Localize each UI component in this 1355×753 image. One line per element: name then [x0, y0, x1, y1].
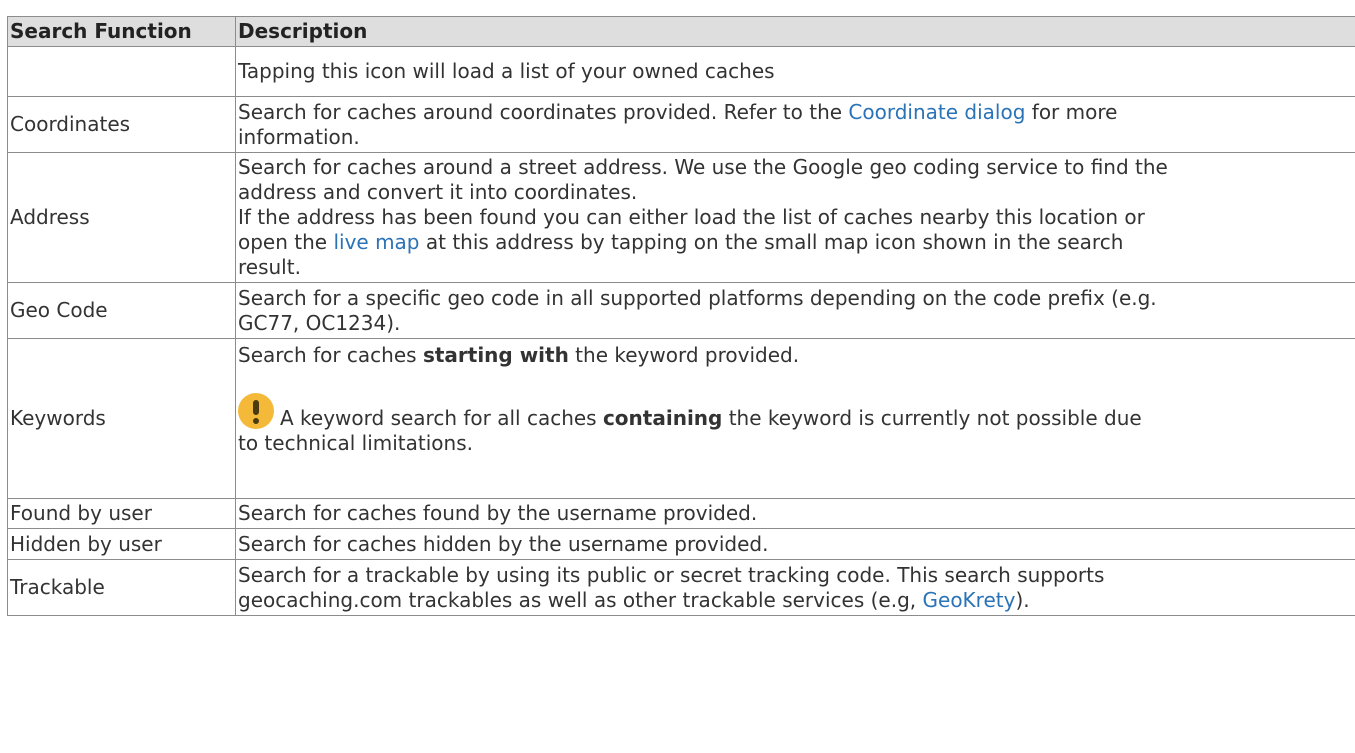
- description-text: If the address has been found you can ei…: [238, 205, 1145, 229]
- description-text: Search for caches: [238, 343, 423, 367]
- note-text: the keyword is currently not possible du…: [722, 406, 1142, 430]
- description-text: address and convert it into coordinates.: [238, 180, 638, 204]
- function-cell: Keywords: [7, 338, 236, 499]
- function-cell: Coordinates: [7, 96, 236, 153]
- description-text: Search for a trackable by using its publ…: [238, 562, 1105, 587]
- description-text: Search for a specific geo code in all su…: [238, 285, 1157, 310]
- description-text: result.: [238, 255, 301, 279]
- description-text: Search for caches found by the username …: [238, 501, 758, 525]
- description-text: Search for caches around coordinates pro…: [238, 99, 849, 124]
- table-row: Keywords Search for caches starting with…: [7, 338, 1355, 499]
- table-row: Geo Code Search for a specific geo code …: [7, 282, 1355, 339]
- description-text: GC77, OC1234).: [238, 310, 401, 335]
- column-header-search-function: Search Function: [7, 16, 236, 47]
- live-map-link[interactable]: live map: [333, 230, 419, 254]
- function-cell: Address: [7, 152, 236, 283]
- description-text: at this address by tapping on the small …: [419, 230, 1124, 254]
- geokrety-link[interactable]: GeoKrety: [923, 588, 1016, 612]
- table-row: Coordinates Search for caches around coo…: [7, 96, 1355, 153]
- description-cell: Search for caches hidden by the username…: [235, 528, 1355, 560]
- table-header-row: Search Function Description: [7, 16, 1355, 47]
- table-row: Tapping this icon will load a list of yo…: [7, 46, 1355, 97]
- description-text: Tapping this icon will load a list of yo…: [238, 59, 775, 83]
- function-cell: Found by user: [7, 498, 236, 529]
- function-cell: [7, 46, 236, 97]
- table-row: Found by user Search for caches found by…: [7, 498, 1355, 529]
- table-row: Hidden by user Search for caches hidden …: [7, 528, 1355, 560]
- note-text: to technical limitations.: [238, 431, 473, 455]
- emphasis-text: containing: [602, 406, 723, 430]
- emphasis-text: starting with: [422, 343, 569, 367]
- description-cell: Search for caches around a street addres…: [235, 152, 1355, 283]
- description-text: for more: [1025, 99, 1118, 124]
- description-cell: Tapping this icon will load a list of yo…: [235, 46, 1355, 97]
- description-text: ).: [1015, 587, 1030, 612]
- column-header-description: Description: [235, 16, 1355, 47]
- note-text: A keyword search for all caches: [280, 406, 603, 430]
- description-text: Search for caches hidden by the username…: [238, 531, 769, 556]
- function-cell: Trackable: [7, 559, 236, 616]
- table-row: Trackable Search for a trackable by usin…: [7, 559, 1355, 616]
- function-cell: Geo Code: [7, 282, 236, 339]
- description-cell: Search for caches found by the username …: [235, 498, 1355, 529]
- description-text: the keyword provided.: [568, 343, 800, 367]
- warning-icon: [238, 393, 274, 429]
- search-functions-table: Search Function Description Tapping this…: [7, 16, 1355, 616]
- description-text: open the: [238, 230, 334, 254]
- description-text: Search for caches around a street addres…: [238, 155, 1168, 179]
- description-cell: Search for caches around coordinates pro…: [235, 96, 1355, 153]
- description-text: information.: [238, 124, 360, 149]
- description-cell: Search for a trackable by using its publ…: [235, 559, 1355, 616]
- description-text: geocaching.com trackables as well as oth…: [238, 587, 923, 612]
- coordinate-dialog-link[interactable]: Coordinate dialog: [848, 100, 1025, 124]
- description-cell: Search for caches starting with the keyw…: [235, 338, 1355, 499]
- description-cell: Search for a specific geo code in all su…: [235, 282, 1355, 339]
- function-cell: Hidden by user: [7, 528, 236, 560]
- table-row: Address Search for caches around a stree…: [7, 152, 1355, 283]
